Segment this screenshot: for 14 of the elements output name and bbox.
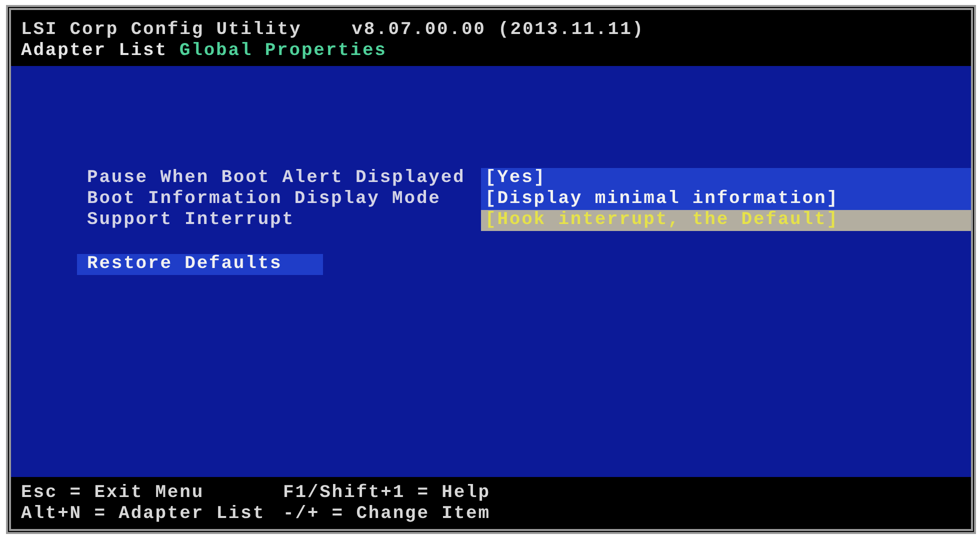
utility-title: LSI Corp Config Utility [21, 20, 302, 41]
key-hint: F1/Shift+1 = Help [283, 483, 492, 504]
menu-tab[interactable]: Adapter List [21, 41, 168, 62]
setting-value[interactable]: [Yes] [481, 168, 971, 189]
setting-label: Support Interrupt [86, 210, 296, 231]
setting-label: Pause When Boot Alert Displayed [86, 168, 466, 189]
setting-label: Boot Information Display Mode [86, 189, 442, 210]
key-hint: Alt+N = Adapter List [21, 504, 266, 525]
key-hint: Esc = Exit Menu [21, 483, 206, 504]
menu-tab[interactable]: Global Properties [179, 41, 387, 62]
key-hint: -/+ = Change Item [283, 504, 492, 525]
restore-defaults-button[interactable]: Restore Defaults [77, 254, 323, 275]
setting-value[interactable]: [Display minimal information] [481, 189, 971, 210]
version-text: v8.07.00.00 (2013.11.11) [352, 20, 644, 41]
